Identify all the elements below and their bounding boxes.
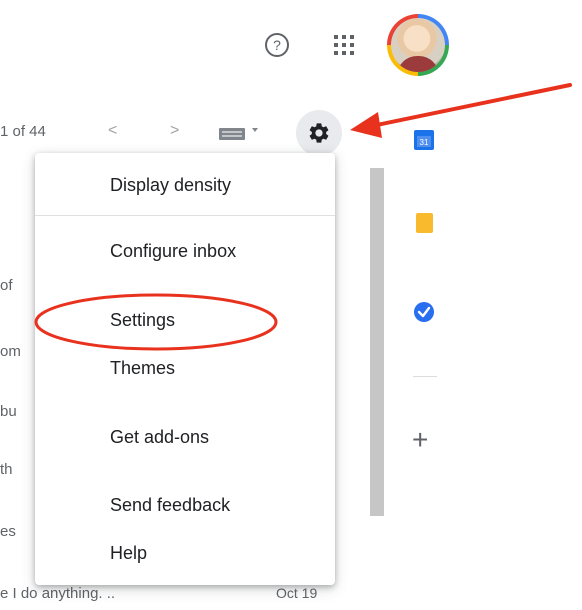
menu-item-get-add-ons[interactable]: Get add-ons xyxy=(110,427,209,448)
avatar-photo xyxy=(391,18,445,72)
settings-gear-button[interactable] xyxy=(296,110,342,156)
calendar-icon[interactable]: 31 xyxy=(414,130,434,150)
menu-item-settings[interactable]: Settings xyxy=(110,310,175,331)
keep-icon[interactable] xyxy=(416,213,433,233)
page-count: 1 of 44 xyxy=(0,123,46,140)
menu-item-send-feedback[interactable]: Send feedback xyxy=(110,495,230,516)
side-panel xyxy=(400,100,460,610)
email-snippet[interactable]: of xyxy=(0,277,13,294)
email-snippet[interactable]: om xyxy=(0,343,21,360)
email-snippet[interactable]: bu xyxy=(0,403,17,420)
add-icon[interactable]: + xyxy=(412,426,428,454)
svg-text:?: ? xyxy=(273,37,281,53)
calendar-date-label: 31 xyxy=(420,138,429,147)
prev-page-button[interactable]: < xyxy=(108,122,117,140)
apps-grid-icon[interactable] xyxy=(331,32,357,58)
email-snippet[interactable]: e I do anything. .. xyxy=(0,585,115,602)
email-snippet[interactable]: es xyxy=(0,523,16,540)
scrollbar-thumb[interactable] xyxy=(370,168,384,516)
next-page-button[interactable]: > xyxy=(170,122,179,140)
side-panel-divider xyxy=(413,376,437,377)
help-icon[interactable]: ? xyxy=(262,30,292,60)
gear-icon xyxy=(309,123,329,143)
email-snippet[interactable]: th xyxy=(0,461,13,478)
account-avatar[interactable] xyxy=(387,14,449,76)
annotation-arrow-head xyxy=(350,112,382,138)
menu-item-display-density[interactable]: Display density xyxy=(110,175,231,196)
menu-divider xyxy=(35,215,335,216)
settings-menu: Display density Configure inbox Settings… xyxy=(35,153,335,585)
menu-item-themes[interactable]: Themes xyxy=(110,358,175,379)
email-date: Oct 19 xyxy=(276,585,318,601)
menu-item-help[interactable]: Help xyxy=(110,543,147,564)
keyboard-icon[interactable] xyxy=(219,124,265,144)
menu-item-configure-inbox[interactable]: Configure inbox xyxy=(110,241,236,262)
tasks-icon[interactable] xyxy=(414,302,434,322)
